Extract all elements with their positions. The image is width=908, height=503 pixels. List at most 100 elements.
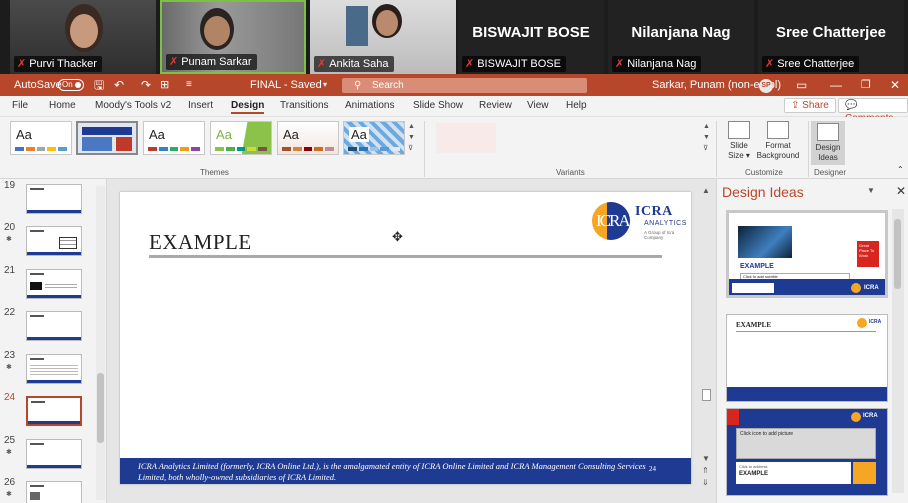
tab-animations[interactable]: Animations (345, 100, 394, 111)
participant-name-tag: ✗ Nilanjana Nag (612, 56, 702, 72)
participant-name-tag: ✗ BISWAJIT BOSE (462, 56, 566, 72)
tab-insert[interactable]: Insert (188, 100, 213, 111)
participants-strip: ✗ Purvi Thacker ✗ Punam Sarkar ✗ Ankita Sah… (0, 0, 908, 74)
group-label-customize: Customize (745, 168, 783, 177)
group-label-variants: Variants (556, 168, 585, 177)
format-background-icon (767, 121, 789, 139)
document-title[interactable]: FINAL - Saved (250, 74, 322, 96)
chevron-down-icon[interactable]: ▾ (323, 74, 327, 96)
tab-file[interactable]: File (12, 100, 28, 111)
participant-name-tag: ✗ Ankita Saha (314, 56, 394, 72)
design-ideas-icon (817, 123, 839, 141)
slide-scrollbar[interactable]: ▲ ▼ ⇑ ⇓ (700, 184, 713, 500)
customize-toolbar-icon[interactable]: ≡ (186, 74, 192, 96)
group-label-themes: Themes (200, 168, 229, 177)
slide-thumbnail[interactable]: 21 (0, 265, 96, 307)
autosave-label: AutoSave (14, 79, 62, 91)
title-underline (149, 255, 662, 258)
mic-muted-icon: ✗ (169, 56, 179, 68)
search-placeholder: Search (372, 80, 404, 91)
undo-icon[interactable]: ↶ (114, 74, 124, 96)
mic-muted-icon: ✗ (465, 58, 475, 70)
tab-review[interactable]: Review (479, 100, 512, 111)
search-input[interactable]: ⚲ Search (342, 78, 587, 93)
theme-option[interactable]: Aa (210, 121, 272, 155)
theme-option[interactable]: Aa (343, 121, 405, 155)
tab-transitions[interactable]: Transitions (280, 100, 329, 111)
participant-tile[interactable]: BISWAJIT BOSE ✗ BISWAJIT BOSE (458, 0, 604, 74)
tab-help[interactable]: Help (566, 100, 587, 111)
design-idea-option[interactable]: EXAMPLE ICRA (726, 314, 888, 402)
mic-muted-icon: ✗ (765, 58, 775, 70)
design-idea-option[interactable]: ICRA Click icon to add picture Click to … (726, 408, 888, 496)
icra-logo: ICRA ICRA ANALYTICS A Group of Icra Comp… (592, 202, 686, 240)
design-ideas-button[interactable]: Design Ideas (811, 121, 845, 165)
redo-icon[interactable]: ↷ (141, 74, 151, 96)
format-background-button[interactable]: Format Background (753, 121, 803, 161)
ribbon-display-icon[interactable]: ▭ (796, 74, 807, 96)
participant-tile[interactable]: ✗ Purvi Thacker (10, 0, 156, 74)
restore-icon[interactable]: ❐ (861, 74, 871, 96)
thumbnail-scrollbar[interactable] (96, 186, 105, 500)
slide-thumbnail[interactable]: 23 ✱ (0, 350, 96, 392)
group-label-designer: Designer (814, 168, 847, 177)
slide-thumbnail-pane: 19 20 ✱ 21 22 23 ✱ 24 25 ✱ 26 ✱ (0, 179, 107, 503)
slide-footer: ICRA Analytics Limited (formerly, ICRA O… (120, 458, 691, 484)
slide-thumbnail[interactable]: 20 ✱ (0, 222, 96, 264)
tab-design[interactable]: Design (231, 100, 265, 114)
share-icon: ⇪ (791, 100, 803, 111)
design-idea-option[interactable]: Great Place To Work EXAMPLE Click to add… (726, 210, 888, 298)
design-ideas-pane: Design Ideas ▼ ✕ Great Place To Work EXA… (716, 179, 908, 503)
autosave-toggle[interactable]: On (58, 79, 84, 92)
participant-tile-active-speaker[interactable]: ✗ Punam Sarkar (160, 0, 306, 74)
design-ideas-scrollbar[interactable] (892, 209, 904, 493)
mic-muted-icon: ✗ (615, 58, 625, 70)
comments-button[interactable]: 💬 Comments (838, 98, 908, 124)
slide-thumbnail[interactable]: 25 ✱ (0, 435, 96, 477)
slide-canvas[interactable]: EXAMPLE ICRA ICRA ANALYTICS A Group of I… (120, 192, 691, 484)
footer-text: ICRA Analytics Limited (formerly, ICRA O… (138, 461, 646, 482)
slide-thumbnail[interactable]: 22 (0, 307, 96, 349)
slide-page-number: 24 (649, 465, 656, 473)
slide-size-button[interactable]: Slide Size ▾ (722, 121, 756, 161)
ribbon-tabs: File Home Moody's Tools v2 Insert Design… (0, 96, 908, 124)
variant-option[interactable] (436, 123, 496, 153)
slide-title[interactable]: EXAMPLE (149, 230, 252, 255)
participant-name-tag: ✗ Punam Sarkar (166, 54, 257, 70)
participant-tile[interactable]: Sree Chatterjee ✗ Sree Chatterjee (758, 0, 904, 74)
chevron-down-icon[interactable]: ▼ (867, 186, 875, 195)
tab-view[interactable]: View (527, 100, 549, 111)
share-button[interactable]: ⇪ Share (784, 98, 836, 113)
theme-icra-current[interactable] (76, 121, 138, 155)
animation-star-icon: ✱ (6, 236, 12, 243)
participant-tile[interactable]: ✗ Ankita Saha (310, 0, 456, 74)
close-icon[interactable]: ✕ (896, 184, 906, 198)
tab-home[interactable]: Home (49, 100, 76, 111)
tab-slide-show[interactable]: Slide Show (413, 100, 463, 111)
pane-title: Design Ideas (722, 184, 804, 200)
comment-icon: 💬 (845, 100, 858, 111)
slide-thumbnail[interactable]: 19 (0, 180, 96, 222)
collapse-ribbon-icon[interactable]: ⌃ (897, 165, 904, 174)
mic-muted-icon: ✗ (17, 58, 27, 70)
close-icon[interactable]: ✕ (890, 74, 900, 96)
participant-display-name: BISWAJIT BOSE (472, 24, 590, 41)
slide-thumbnail[interactable]: 26 ✱ (0, 477, 96, 503)
theme-option[interactable]: Aa (143, 121, 205, 155)
search-icon: ⚲ (354, 80, 362, 91)
animation-star-icon: ✱ (6, 449, 12, 456)
design-ribbon: Aa Aa Aa Aa Aa ▲ ▼ ⊽ Themes ▲ ▼ ⊽ Variants S… (0, 117, 908, 179)
save-icon[interactable]: 🖫 (94, 74, 104, 96)
theme-option[interactable]: Aa (277, 121, 339, 155)
avatar[interactable]: SP (759, 79, 773, 93)
theme-office[interactable]: Aa (10, 121, 72, 155)
participant-display-name: Nilanjana Nag (631, 24, 731, 41)
variants-scroll-controls[interactable]: ▲ ▼ ⊽ (703, 121, 710, 154)
participant-tile[interactable]: Nilanjana Nag ✗ Nilanjana Nag (608, 0, 754, 74)
themes-scroll-controls[interactable]: ▲ ▼ ⊽ (408, 121, 415, 154)
tab-moodys-tools[interactable]: Moody's Tools v2 (95, 100, 171, 111)
slide-thumbnail-current[interactable]: 24 (0, 392, 96, 434)
mic-muted-icon: ✗ (317, 58, 327, 70)
present-icon[interactable]: ⊞ (160, 74, 169, 96)
minimize-icon[interactable]: — (830, 74, 842, 96)
